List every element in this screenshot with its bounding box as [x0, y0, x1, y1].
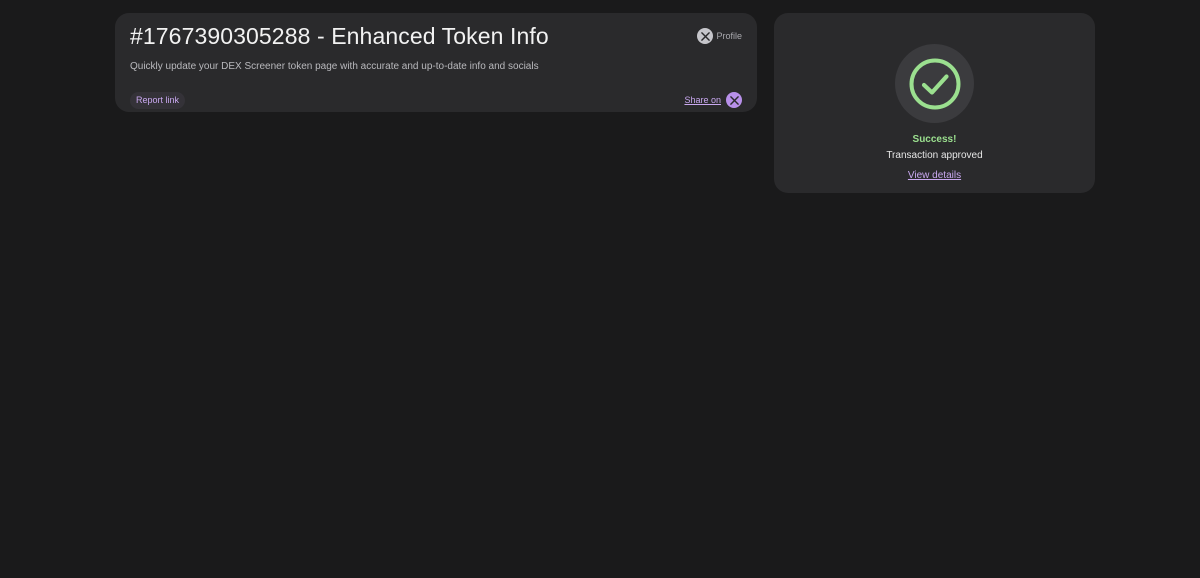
view-details-wrapper: View details — [774, 165, 1095, 183]
transaction-status-card: Success! Transaction approved View detai… — [774, 13, 1095, 193]
order-description: Quickly update your DEX Screener token p… — [130, 61, 539, 72]
profile-label: Profile — [716, 31, 742, 41]
share-label: Share on — [684, 95, 721, 105]
x-logo-icon — [726, 92, 742, 108]
report-link-button[interactable]: Report link — [130, 92, 186, 109]
order-card: #1767390305288 - Enhanced Token Info Pro… — [115, 13, 757, 112]
view-details-link[interactable]: View details — [908, 170, 961, 181]
status-title: Success! — [912, 134, 957, 145]
x-logo-icon — [697, 28, 714, 44]
page-title: #1767390305288 - Enhanced Token Info — [130, 23, 549, 49]
check-circle-icon — [909, 58, 960, 109]
profile-link[interactable]: Profile — [697, 28, 742, 44]
status-message: Transaction approved — [886, 150, 983, 161]
status-badge — [895, 44, 974, 123]
share-on-x-link[interactable]: Share on — [684, 92, 742, 108]
